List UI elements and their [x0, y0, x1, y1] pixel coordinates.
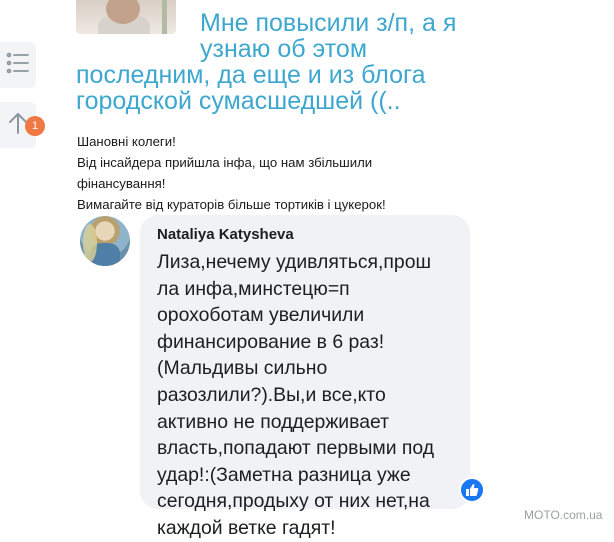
- post-line: Від інсайдера прийшла інфа, що нам збіль…: [77, 155, 373, 170]
- comment-line: разозлили?).Вы,и все,кто: [157, 383, 386, 406]
- comment-line: власть,попадают первыми под: [157, 437, 435, 460]
- list-button[interactable]: [0, 42, 36, 88]
- like-icon[interactable]: [459, 477, 485, 503]
- post-line: Шановні колеги!: [77, 134, 176, 149]
- post-text: Шановні колеги! Від інсайдера прийшла ін…: [77, 131, 497, 215]
- article-title: Мне повысили з/п, а я узнаю об этом посл…: [76, 10, 596, 114]
- comment-text: Лиза,нечему удивляться,прош ла инфа,минс…: [157, 249, 462, 542]
- comment-author[interactable]: Nataliya Katysheva: [157, 226, 294, 243]
- title-line: узнаю об этом: [200, 35, 368, 63]
- comment-line: удар!:(Заметна разница уже: [157, 463, 411, 486]
- comment-line: сегодня,продыху от них нет,на: [157, 490, 430, 513]
- post-line: фінансування!: [77, 176, 166, 191]
- comment-line: орохоботам увеличили: [157, 304, 365, 327]
- avatar[interactable]: [80, 216, 130, 266]
- notification-badge: 1: [25, 116, 45, 136]
- list-icon: [6, 52, 30, 78]
- post-line: Вимагайте від кураторів більше тортиків …: [77, 197, 386, 212]
- comment-line: финансирование в 6 раз!: [157, 330, 385, 353]
- watermark: MOTO.com.ua: [524, 508, 603, 522]
- title-line: Мне повысили з/п, а я: [200, 9, 457, 37]
- comment-line: (Мальдивы сильно: [157, 357, 328, 380]
- comment-line: ла инфа,минстецю=п: [157, 277, 350, 300]
- comment-line: Лиза,нечему удивляться,прош: [157, 251, 432, 273]
- comment-line: каждой ветке гадят!: [157, 516, 336, 539]
- title-line: последним, да еще и из блога: [76, 61, 426, 89]
- title-line: городской сумасшедшей ((..: [76, 87, 401, 115]
- comment-line: активно не поддерживает: [157, 410, 390, 433]
